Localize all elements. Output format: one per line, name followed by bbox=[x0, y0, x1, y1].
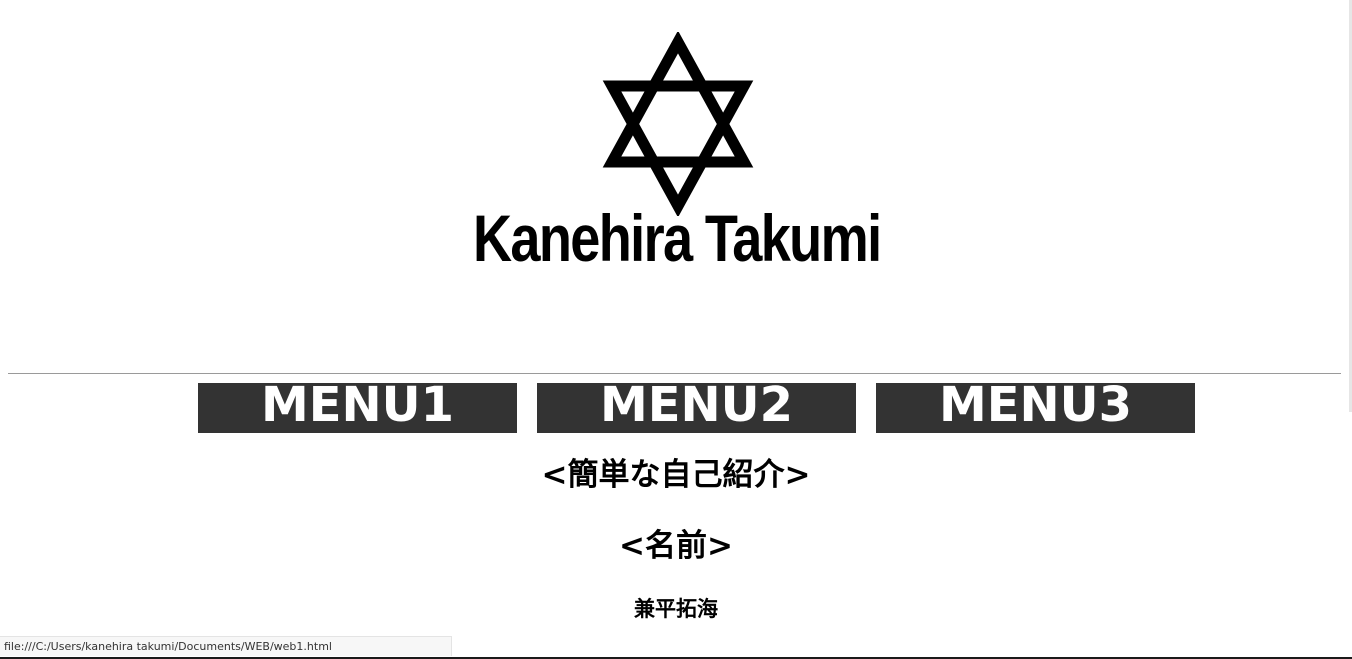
header-divider bbox=[8, 373, 1341, 374]
site-logo: Kanehira Takumi bbox=[0, 0, 1352, 300]
name-heading: <名前> bbox=[619, 528, 733, 564]
nav-menu1-button[interactable]: MENU1 bbox=[198, 383, 517, 433]
nav-menu2-button[interactable]: MENU2 bbox=[537, 383, 856, 433]
nav-menu3-button[interactable]: MENU3 bbox=[876, 383, 1195, 433]
logo-text: Kanehira Takumi bbox=[472, 201, 882, 275]
intro-heading: <簡単な自己紹介> bbox=[541, 457, 811, 493]
page: Kanehira Takumi MENU1 MENU2 MENU3 <簡単な自己… bbox=[0, 0, 1352, 659]
name-value: 兼平拓海 bbox=[634, 597, 718, 621]
main-nav: MENU1 MENU2 MENU3 bbox=[198, 383, 1195, 433]
hexagram-icon bbox=[602, 32, 754, 216]
status-bar-url: file:///C:/Users/kanehira takumi/Documen… bbox=[0, 636, 452, 656]
